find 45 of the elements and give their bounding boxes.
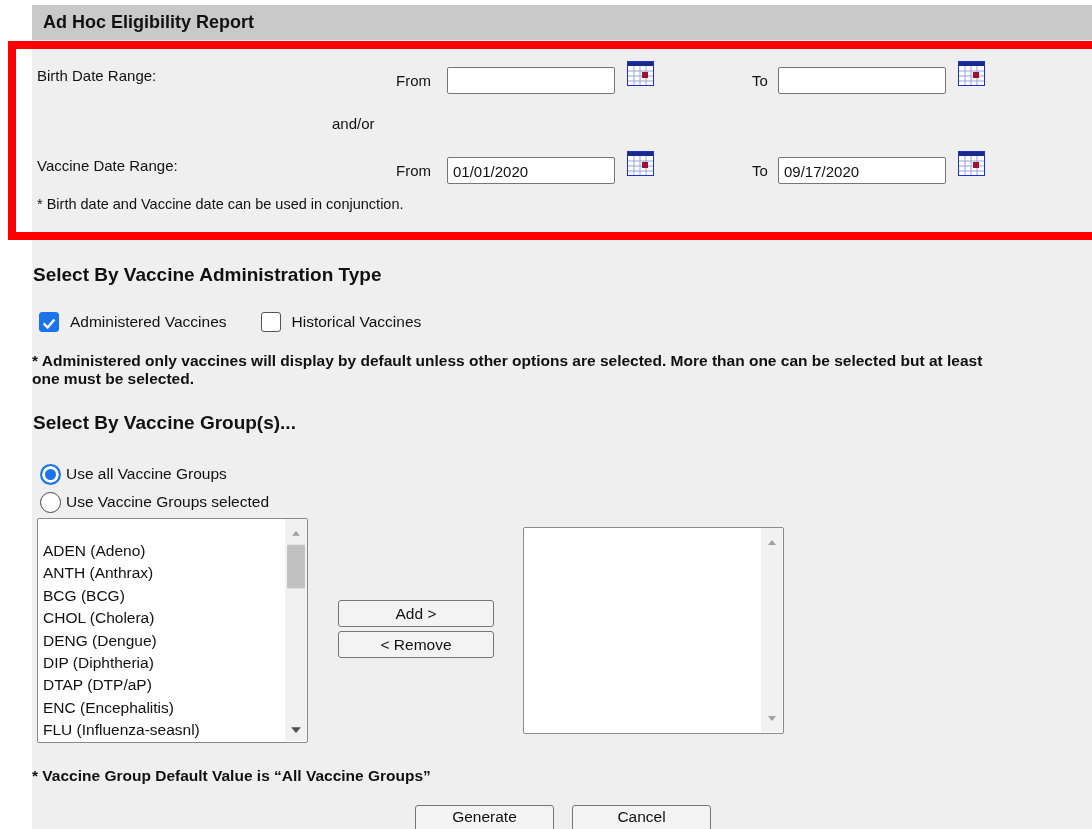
available-groups-list[interactable]: ADEN (Adeno) ANTH (Anthrax) BCG (BCG) CHOL (Cholera) DENG (Dengue) DIP (Diphtheria) DTAP (DTP/aP) ENC (Encephalitis) FLU (Influenza-seasnl) bbox=[37, 518, 308, 743]
date-input[interactable] bbox=[447, 66, 615, 94]
scrollbar[interactable] bbox=[761, 528, 783, 732]
checkbox-label: Historical Vaccines bbox=[291, 313, 422, 331]
list-option[interactable]: ENC (Encephalitis) bbox=[43, 696, 285, 720]
field-label: Birth Date Range: bbox=[37, 66, 158, 84]
note-text: * Administered only vaccines will display by default unless other options are selected. More than one can be selected but at least one must be selected. bbox=[32, 352, 984, 388]
report-header: Ad Hoc Eligibility Report bbox=[32, 5, 1092, 40]
transfer-button[interactable]: Add > bbox=[338, 600, 494, 627]
transfer-button[interactable]: < Remove bbox=[338, 631, 494, 658]
calendar-icon[interactable] bbox=[627, 150, 654, 176]
date-input[interactable]: 01/01/2020 bbox=[447, 156, 615, 184]
radio-button[interactable] bbox=[40, 491, 61, 513]
to-label: To bbox=[752, 71, 769, 89]
note-text: * Vaccine Group Default Value is “All Vaccine Groups” bbox=[32, 767, 432, 785]
list-option[interactable]: CHOL (Cholera) bbox=[43, 607, 285, 630]
list-option[interactable]: BCG (BCG) bbox=[43, 584, 285, 608]
field-label: Vaccine Date Range: bbox=[37, 156, 179, 174]
date-input[interactable] bbox=[778, 66, 946, 94]
radio-label: Use Vaccine Groups selected bbox=[66, 493, 270, 511]
section-heading: Select By Vaccine Group(s)... bbox=[32, 412, 297, 434]
list-option[interactable]: ANTH (Anthrax) bbox=[43, 562, 285, 585]
connector-text: and/or bbox=[332, 114, 375, 132]
list-option[interactable]: DTAP (DTP/aP) bbox=[43, 674, 285, 697]
list-option[interactable]: FLU (Influenza-seasnl) bbox=[43, 719, 285, 742]
radio-button[interactable] bbox=[40, 463, 61, 485]
list-option[interactable]: DIP (Diphtheria) bbox=[43, 651, 285, 675]
checkbox[interactable] bbox=[260, 312, 281, 332]
section-heading: Select By Vaccine Administration Type bbox=[32, 264, 383, 286]
calendar-icon[interactable] bbox=[958, 150, 985, 176]
from-label: From bbox=[396, 161, 432, 179]
to-label: To bbox=[752, 161, 769, 179]
scrollbar[interactable] bbox=[285, 519, 307, 741]
note-text: * Birth date and Vaccine date can be used in conjunction. bbox=[37, 196, 405, 212]
date-input[interactable]: 09/17/2020 bbox=[778, 156, 946, 184]
checkbox-label: Administered Vaccines bbox=[70, 313, 227, 331]
action-button[interactable]: Generate bbox=[415, 805, 554, 829]
list-option[interactable]: ADEN (Adeno) bbox=[43, 540, 285, 563]
list-option[interactable]: DENG (Dengue) bbox=[43, 629, 285, 652]
calendar-icon[interactable] bbox=[627, 60, 654, 86]
checkbox[interactable] bbox=[39, 312, 59, 332]
radio-label: Use all Vaccine Groups bbox=[66, 465, 227, 483]
action-button[interactable]: Cancel bbox=[572, 805, 711, 829]
from-label: From bbox=[396, 71, 432, 89]
calendar-icon[interactable] bbox=[958, 60, 985, 86]
